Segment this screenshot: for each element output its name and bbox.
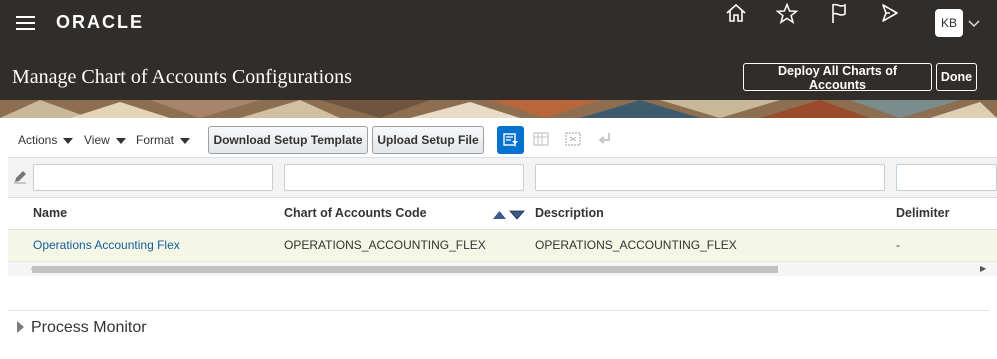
column-header-code[interactable]: Chart of Accounts Code xyxy=(284,206,427,220)
row-description: OPERATIONS_ACCOUNTING_FLEX xyxy=(535,238,737,252)
chart-of-accounts-table: Name Chart of Accounts Code Description … xyxy=(8,157,997,277)
download-setup-template-button[interactable]: Download Setup Template xyxy=(208,126,368,154)
decorative-banner xyxy=(0,100,997,118)
detach-icon xyxy=(564,131,582,147)
column-header-description[interactable]: Description xyxy=(535,206,604,220)
expand-triangle-icon[interactable] xyxy=(16,320,26,334)
table-toolbar: Actions View Format Download Setup Templ… xyxy=(0,124,997,158)
home-icon[interactable] xyxy=(722,0,750,26)
code-filter-input[interactable] xyxy=(284,164,524,191)
format-menu[interactable]: Format xyxy=(136,133,191,147)
column-header-delimiter[interactable]: Delimiter xyxy=(896,206,950,220)
deploy-all-button[interactable]: Deploy All Charts of Accounts xyxy=(743,63,932,92)
section-divider xyxy=(8,310,989,311)
view-menu[interactable]: View xyxy=(84,133,126,147)
description-filter-input[interactable] xyxy=(535,164,885,191)
flag-icon[interactable] xyxy=(825,0,853,26)
done-button[interactable]: Done xyxy=(936,63,977,91)
sort-icon[interactable] xyxy=(492,208,526,220)
scroll-right-icon[interactable]: ▶ xyxy=(980,264,986,273)
wrap-icon xyxy=(596,131,614,147)
page-title: Manage Chart of Accounts Configurations xyxy=(12,66,352,88)
query-by-example-icon[interactable] xyxy=(497,126,524,154)
filter-row xyxy=(8,158,997,198)
row-name-link[interactable]: Operations Accounting Flex xyxy=(33,238,180,252)
table-row[interactable]: Operations Accounting Flex OPERATIONS_AC… xyxy=(8,230,997,262)
row-delimiter: - xyxy=(896,238,900,252)
actions-menu[interactable]: Actions xyxy=(18,133,74,147)
name-filter-input[interactable] xyxy=(33,164,273,191)
edit-filter-icon[interactable] xyxy=(13,170,27,184)
horizontal-scrollbar[interactable]: ◀ ▶ xyxy=(8,262,997,276)
row-code: OPERATIONS_ACCOUNTING_FLEX xyxy=(284,238,486,252)
navigator-menu-icon[interactable] xyxy=(16,15,36,31)
freeze-icon xyxy=(532,131,550,147)
global-header: ORACLE KB Manage Chart of Accounts Confi… xyxy=(0,0,997,106)
scrollbar-thumb[interactable] xyxy=(32,266,778,273)
delimiter-filter-input[interactable] xyxy=(896,164,997,191)
user-avatar[interactable]: KB xyxy=(935,9,963,37)
table-header: Name Chart of Accounts Code Description … xyxy=(8,198,997,230)
chevron-down-icon[interactable] xyxy=(968,16,980,28)
column-header-name[interactable]: Name xyxy=(33,206,67,220)
oracle-logo: ORACLE xyxy=(56,12,144,32)
process-monitor-header[interactable]: Process Monitor xyxy=(31,319,147,337)
notifications-icon[interactable] xyxy=(876,0,904,26)
upload-setup-file-button[interactable]: Upload Setup File xyxy=(372,126,484,154)
star-icon[interactable] xyxy=(773,0,801,26)
